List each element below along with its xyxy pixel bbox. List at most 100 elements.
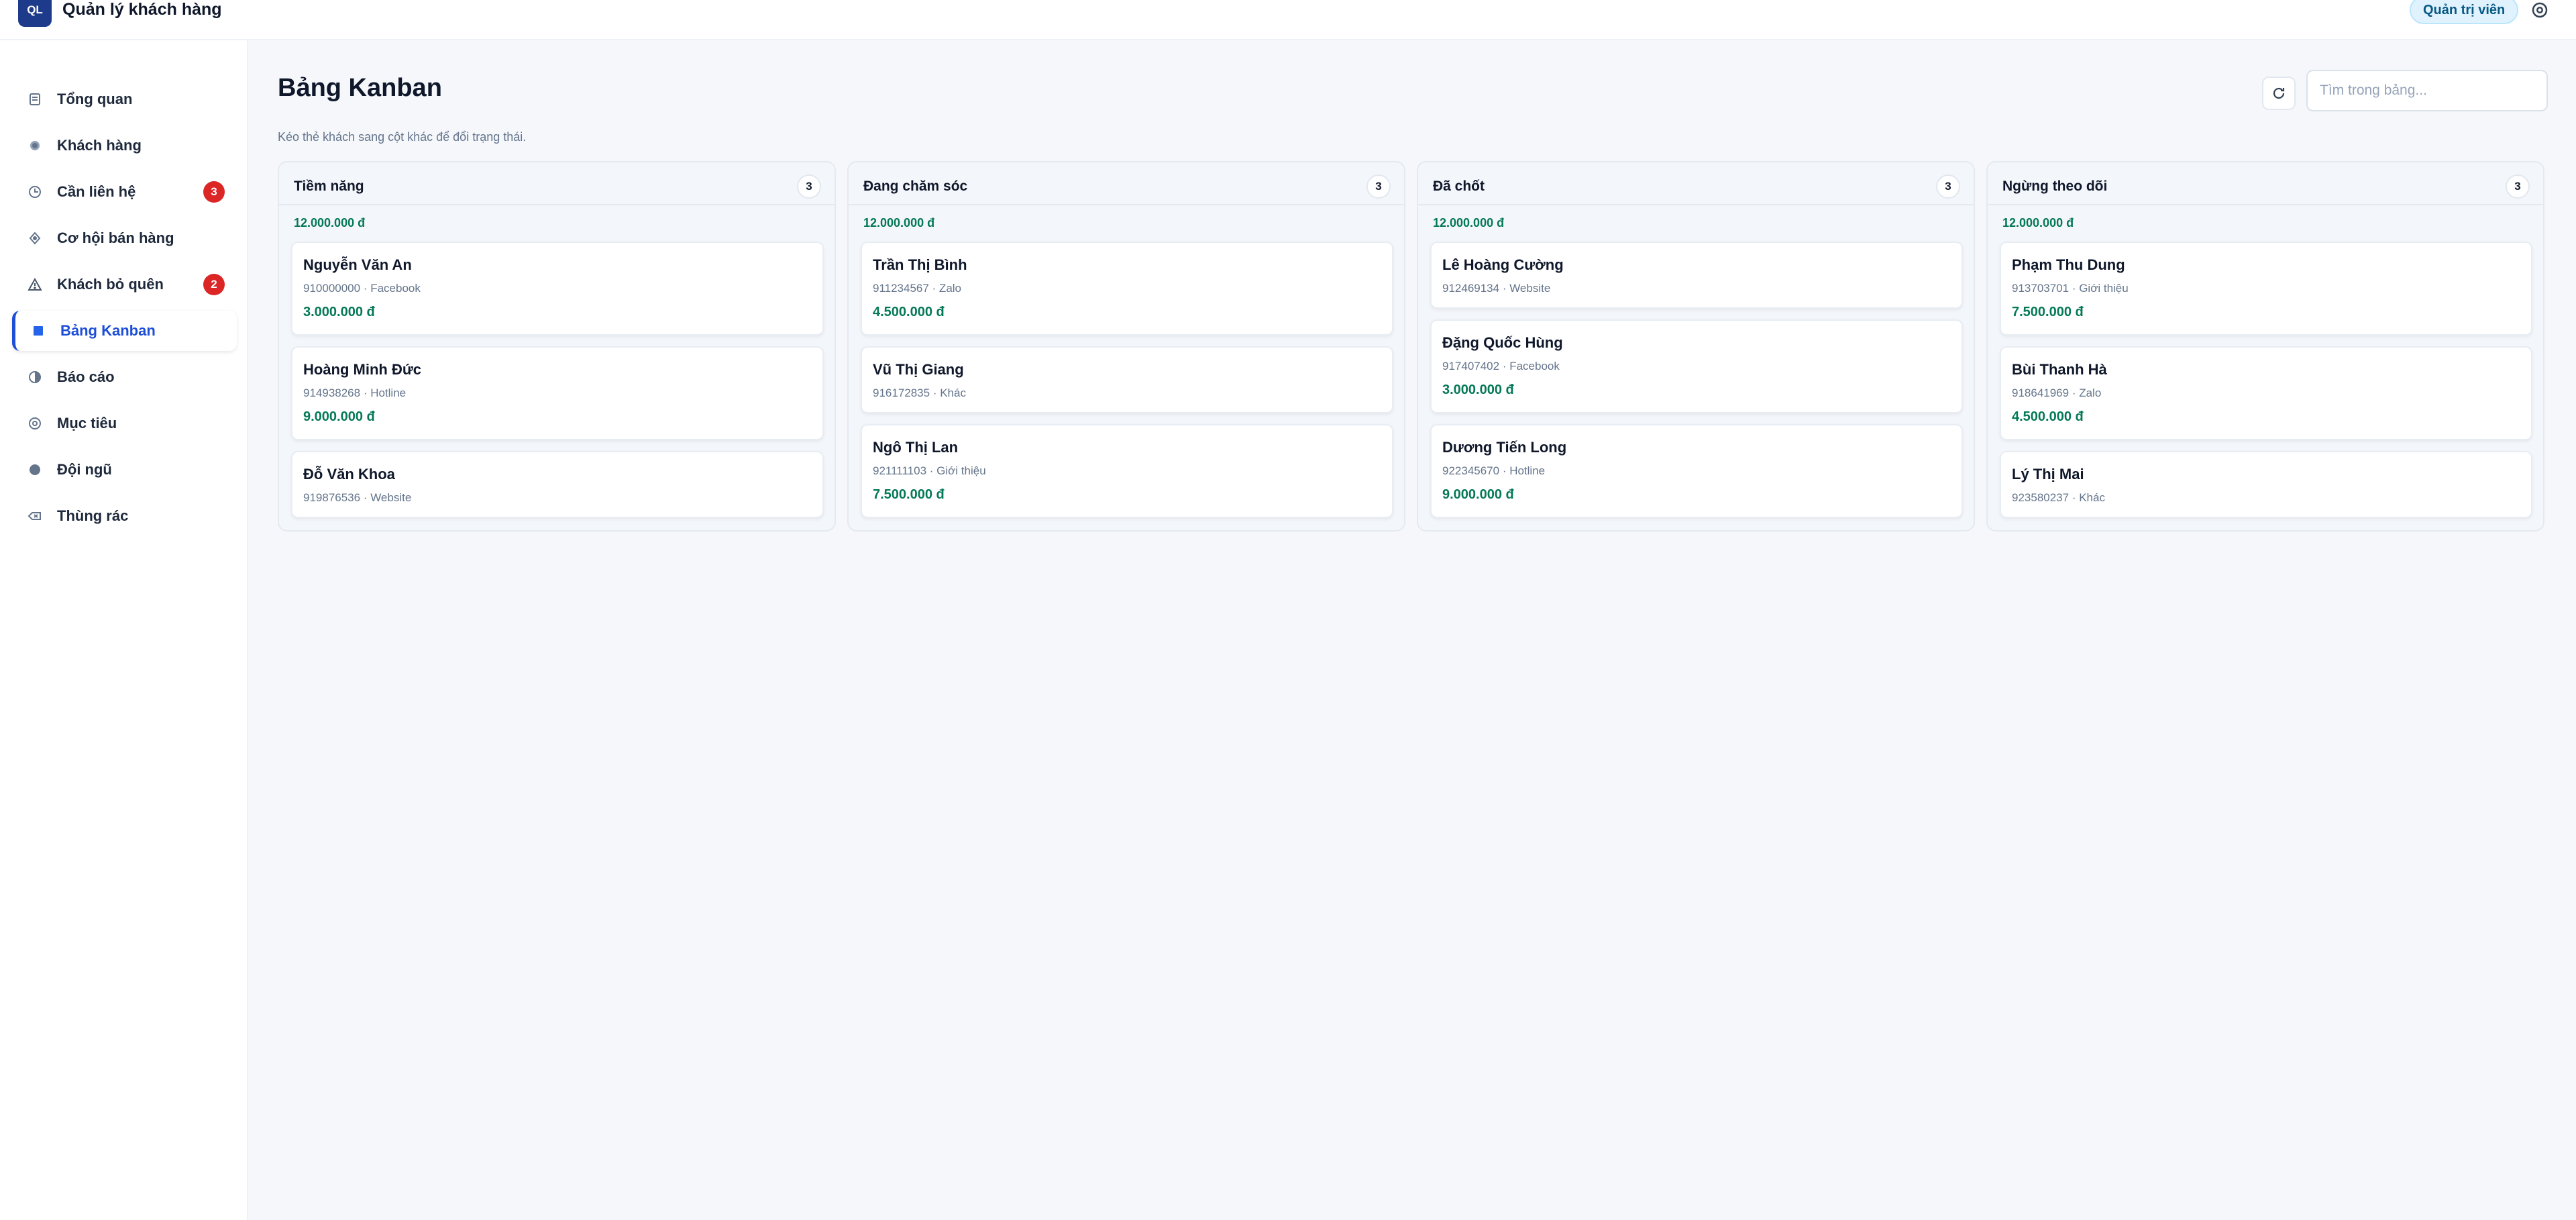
sidebar-item-label: Cần liên hệ — [57, 183, 136, 200]
column-header: Ngừng theo dõi 3 — [1988, 162, 2543, 205]
deal-value: 7.500.000 đ — [873, 487, 945, 502]
customer-meta: 912469134 · Website — [1442, 282, 1551, 295]
sidebar-item-label: Thùng rác — [57, 507, 129, 524]
sidebar-item-label: Tổng quan — [57, 91, 133, 107]
deal-value: 4.500.000 đ — [2012, 409, 2084, 424]
customer-name: Vũ Thị Giang — [873, 361, 964, 378]
sidebar-item-label: Đội ngũ — [57, 461, 112, 478]
deal-value: 3.000.000 đ — [1442, 383, 1514, 397]
customer-name: Lý Thị Mai — [2012, 466, 2084, 482]
sidebar-item-label: Báo cáo — [57, 368, 115, 385]
customer-name: Lê Hoàng Cường — [1442, 256, 1564, 273]
sidebar-item-forgotten[interactable]: Khách bỏ quên 2 — [12, 264, 237, 305]
customer-meta: 921111103 · Giới thiệu — [873, 464, 986, 477]
column-title: Đã chốt — [1433, 179, 1485, 194]
gear-icon[interactable] — [2530, 0, 2550, 20]
deal-value: 4.500.000 đ — [873, 305, 945, 319]
customer-name: Trần Thị Bình — [873, 256, 967, 273]
kanban-column-potential: Tiềm năng 3 12.000.000 đ Nguyễn Văn An 9… — [278, 161, 836, 531]
customer-card[interactable]: Ngô Thị Lan 921111103 · Giới thiệu 7.500… — [861, 424, 1393, 518]
sidebar-item-label: Khách bỏ quên — [57, 276, 164, 293]
kanban-column-closed: Đã chốt 3 12.000.000 đ Lê Hoàng Cường 91… — [1417, 161, 1975, 531]
customer-name: Dương Tiến Long — [1442, 439, 1567, 456]
customer-name: Đặng Quốc Hùng — [1442, 334, 1563, 351]
sidebar: Tổng quan Khách hàng Cần liên hệ 3 Cơ hộ… — [0, 40, 248, 1220]
sidebar-item-goals[interactable]: Mục tiêu — [12, 403, 237, 444]
sidebar-item-label: Mục tiêu — [57, 415, 117, 431]
customer-name: Hoàng Minh Đức — [303, 361, 422, 378]
sidebar-item-kanban[interactable]: Bảng Kanban — [12, 311, 237, 351]
customer-name: Đỗ Văn Khoa — [303, 466, 395, 482]
customer-name: Phạm Thu Dung — [2012, 256, 2125, 273]
column-title: Đang chăm sóc — [863, 179, 968, 194]
column-total: 12.000.000 đ — [1433, 216, 1505, 230]
column-count: 3 — [797, 174, 821, 199]
column-title: Tiềm năng — [294, 179, 364, 194]
sidebar-item-overview[interactable]: Tổng quan — [12, 79, 237, 119]
customer-card[interactable]: Phạm Thu Dung 913703701 · Giới thiệu 7.5… — [2000, 242, 2532, 336]
column-count: 3 — [2506, 174, 2530, 199]
customer-card[interactable]: Nguyễn Văn An 910000000 · Facebook 3.000… — [291, 242, 824, 336]
column-count: 3 — [1936, 174, 1960, 199]
search-input[interactable] — [2306, 70, 2548, 111]
sidebar-item-opportunities[interactable]: Cơ hội bán hàng — [12, 218, 237, 258]
column-total: 12.000.000 đ — [863, 216, 935, 230]
deal-value: 3.000.000 đ — [303, 305, 375, 319]
customer-name: Bùi Thanh Hà — [2012, 361, 2107, 378]
customer-card[interactable]: Vũ Thị Giang 916172835 · Khác — [861, 346, 1393, 413]
customer-card[interactable]: Hoàng Minh Đức 914938268 · Hotline 9.000… — [291, 346, 824, 440]
count-badge: 2 — [203, 274, 225, 295]
users-icon — [30, 141, 40, 150]
kanban-column-stopped: Ngừng theo dõi 3 12.000.000 đ Phạm Thu D… — [1986, 161, 2544, 531]
refresh-icon — [2273, 87, 2285, 99]
customer-card[interactable]: Lê Hoàng Cường 912469134 · Website — [1430, 242, 1963, 309]
column-title: Ngừng theo dõi — [2002, 179, 2108, 194]
customer-name: Ngô Thị Lan — [873, 439, 959, 456]
customer-card[interactable]: Đặng Quốc Hùng 917407402 · Facebook 3.00… — [1430, 319, 1963, 413]
kanban-column-nurturing: Đang chăm sóc 3 12.000.000 đ Trần Thị Bì… — [847, 161, 1405, 531]
deal-value: 7.500.000 đ — [2012, 305, 2084, 319]
sidebar-item-customers[interactable]: Khách hàng — [12, 125, 237, 166]
customer-meta: 918641969 · Zalo — [2012, 387, 2102, 399]
customer-meta: 911234567 · Zalo — [873, 282, 962, 295]
role-badge[interactable]: Quản trị viên — [2410, 0, 2519, 24]
customer-card[interactable]: Lý Thị Mai 923580237 · Khác — [2000, 451, 2532, 518]
warning-icon — [28, 277, 42, 291]
sidebar-item-trash[interactable]: Thùng rác — [12, 496, 237, 536]
customer-meta: 923580237 · Khác — [2012, 491, 2105, 504]
column-total: 12.000.000 đ — [294, 216, 366, 230]
list-icon — [30, 93, 40, 105]
chart-icon — [29, 371, 41, 383]
customer-meta: 922345670 · Hotline — [1442, 464, 1546, 477]
sidebar-item-reports[interactable]: Báo cáo — [12, 357, 237, 397]
clock-icon — [29, 186, 41, 198]
column-count: 3 — [1366, 174, 1391, 199]
customer-card[interactable]: Dương Tiến Long 922345670 · Hotline 9.00… — [1430, 424, 1963, 518]
customer-meta: 913703701 · Giới thiệu — [2012, 282, 2129, 295]
customer-meta: 910000000 · Facebook — [303, 282, 421, 295]
refresh-button[interactable] — [2262, 77, 2296, 110]
page-subtitle: Kéo thẻ khách sang cột khác để đổi trạng… — [278, 130, 527, 144]
sidebar-item-team[interactable]: Đội ngũ — [12, 450, 237, 490]
column-header: Đang chăm sóc 3 — [849, 162, 1404, 205]
trash-icon — [28, 512, 41, 520]
customer-meta: 919876536 · Website — [303, 491, 412, 504]
customer-card[interactable]: Bùi Thanh Hà 918641969 · Zalo 4.500.000 … — [2000, 346, 2532, 440]
diamond-icon — [29, 232, 41, 245]
column-header: Đã chốt 3 — [1418, 162, 1974, 205]
app-logo: QL — [18, 0, 52, 27]
sidebar-item-label: Cơ hội bán hàng — [57, 230, 174, 246]
customer-card[interactable]: Đỗ Văn Khoa 919876536 · Website — [291, 451, 824, 518]
team-icon — [30, 464, 40, 475]
customer-meta: 916172835 · Khác — [873, 387, 966, 399]
customer-name: Nguyễn Văn An — [303, 256, 412, 273]
customer-card[interactable]: Trần Thị Bình 911234567 · Zalo 4.500.000… — [861, 242, 1393, 336]
target-icon — [29, 417, 41, 429]
kanban-icon — [34, 326, 43, 336]
sidebar-item-label: Bảng Kanban — [60, 322, 156, 339]
deal-value: 9.000.000 đ — [303, 409, 375, 424]
sidebar-item-to-contact[interactable]: Cần liên hệ 3 — [12, 172, 237, 212]
page-title: Bảng Kanban — [278, 74, 442, 102]
top-bar: QL Quản lý khách hàng Quản trị viên — [0, 0, 2576, 40]
count-badge: 3 — [203, 181, 225, 203]
